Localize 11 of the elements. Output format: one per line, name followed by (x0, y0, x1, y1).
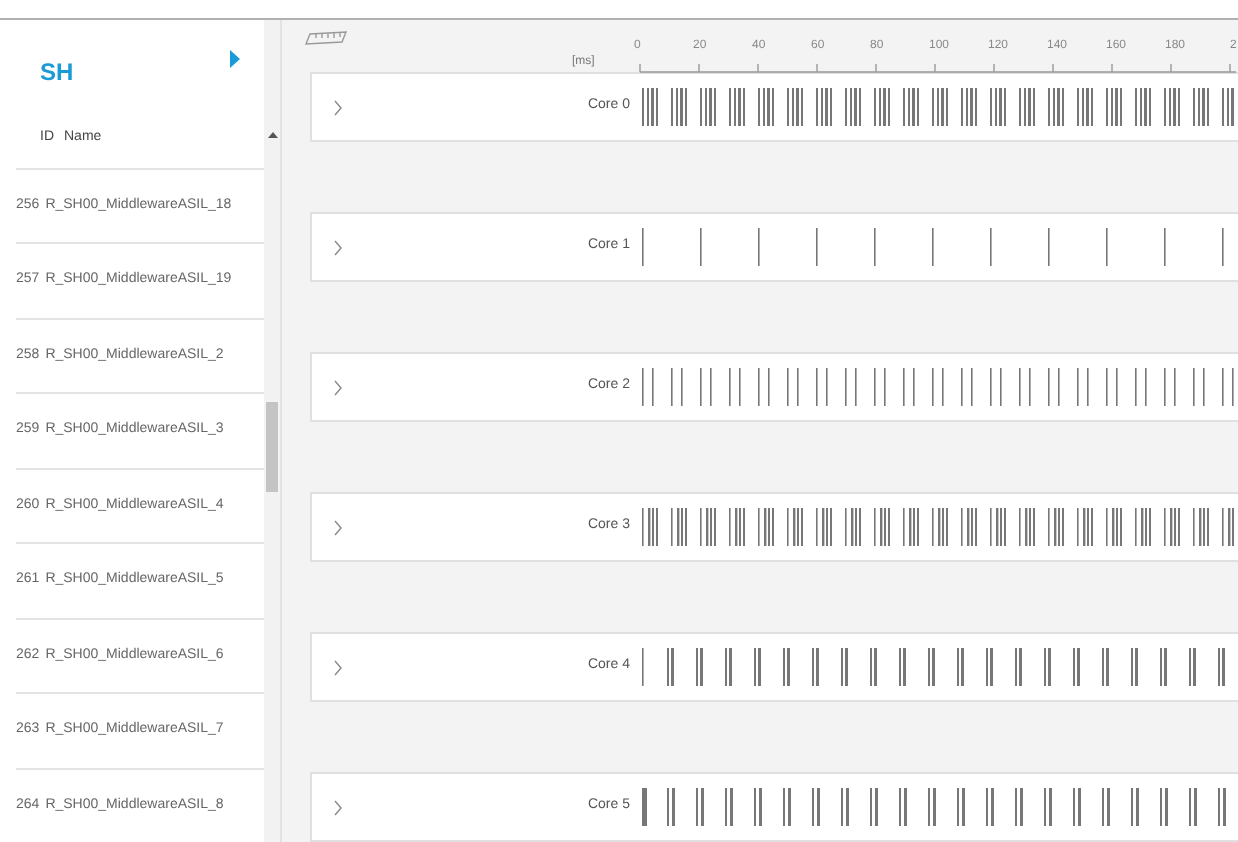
expand-icon[interactable] (334, 239, 342, 255)
expand-icon[interactable] (334, 99, 342, 115)
expand-icon[interactable] (334, 519, 342, 535)
ruler-icon[interactable] (304, 30, 348, 46)
scrollbar-thumb[interactable] (266, 402, 278, 492)
expand-icon[interactable] (334, 799, 342, 815)
collapse-icon[interactable] (230, 49, 240, 68)
expand-icon[interactable] (334, 659, 342, 675)
expand-icon[interactable] (334, 379, 342, 395)
panel-title: SH (40, 56, 74, 91)
scroll-up-icon[interactable] (267, 132, 277, 138)
